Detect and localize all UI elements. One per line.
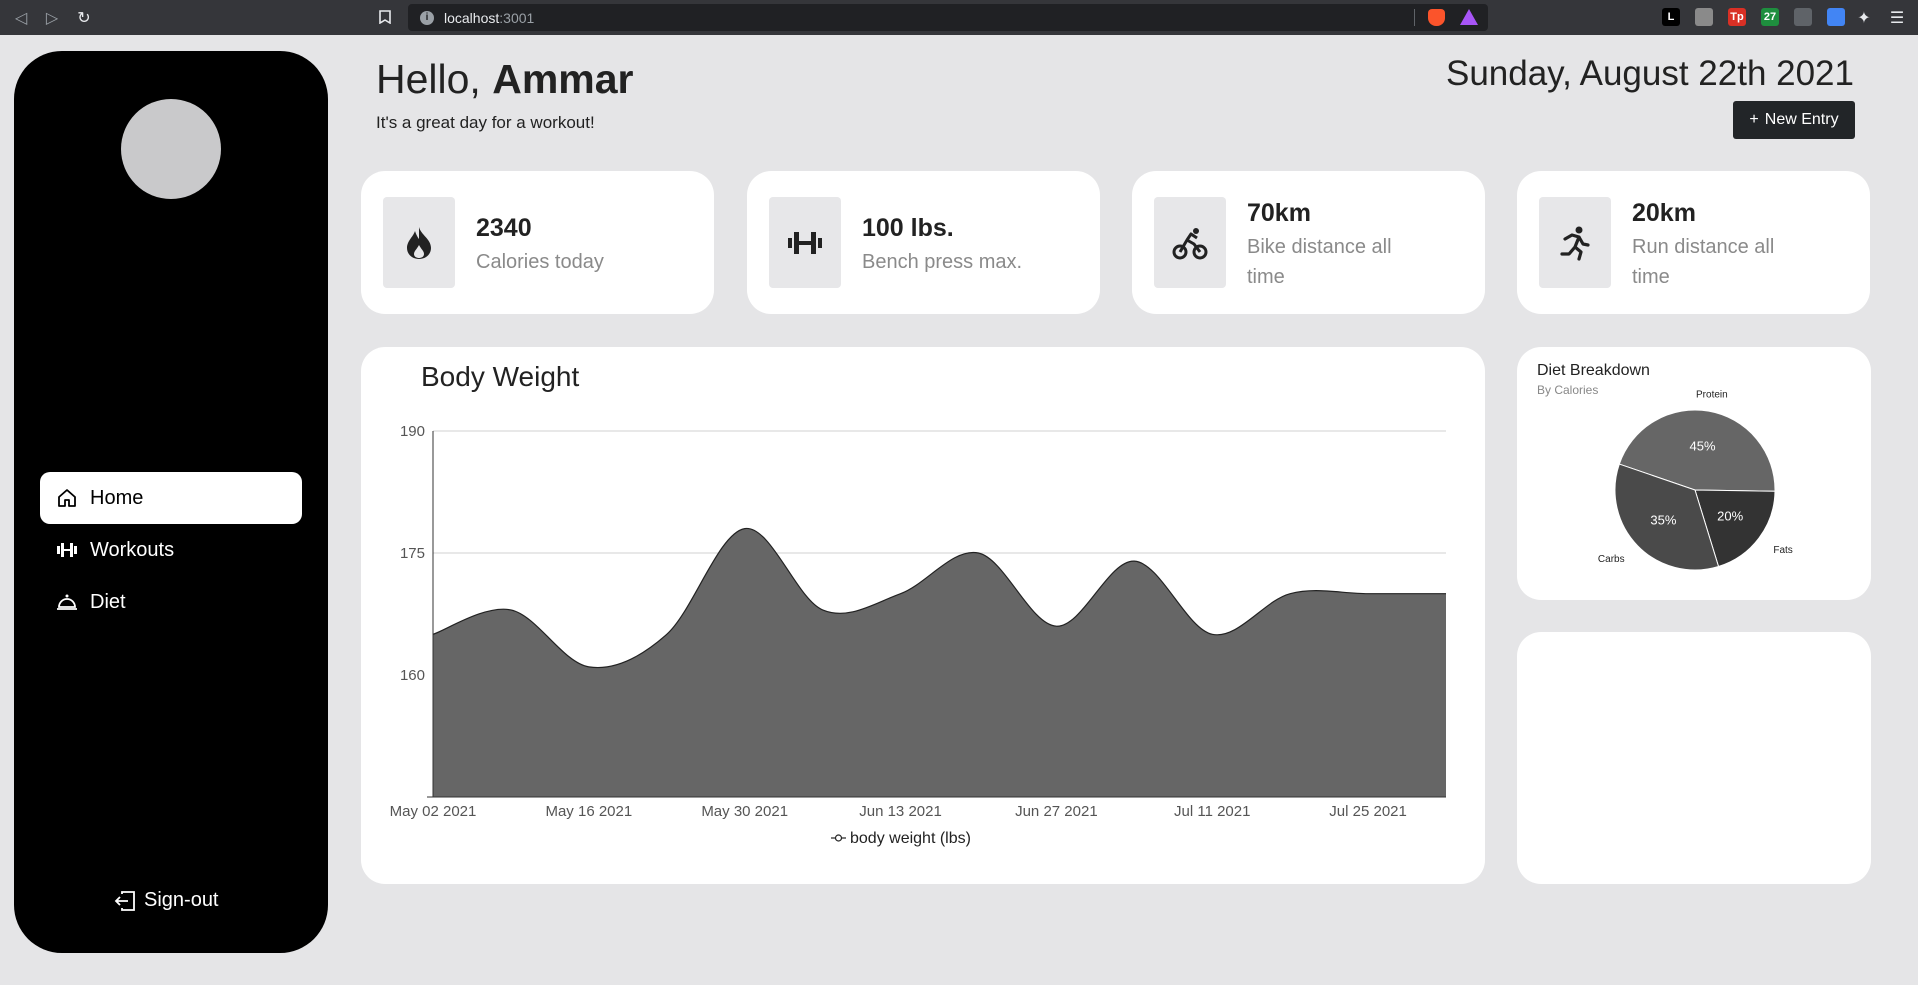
greeting-prefix: Hello,: [376, 56, 481, 102]
url-port: :3001: [499, 9, 535, 26]
reload-icon[interactable]: ↻: [73, 6, 95, 28]
stat-value: 100 lbs.: [862, 214, 954, 242]
extension-icon[interactable]: [1827, 8, 1845, 26]
x-tick-label: May 30 2021: [701, 803, 788, 820]
extensions-puzzle-icon[interactable]: ✦: [1853, 6, 1875, 28]
new-entry-button[interactable]: + New Entry: [1733, 101, 1855, 139]
bookmark-icon[interactable]: [375, 7, 395, 27]
x-tick-label: Jun 13 2021: [859, 803, 942, 820]
legend-marker-icon: [834, 834, 843, 842]
sidebar-item-label: Home: [90, 486, 144, 509]
x-tick-label: Jul 25 2021: [1329, 803, 1407, 820]
stat-value: 70km: [1247, 199, 1311, 227]
y-tick-label: 160: [400, 667, 425, 684]
forward-icon[interactable]: ▷: [41, 6, 63, 28]
sidebar: Home Workouts Diet Sign-out: [14, 51, 328, 953]
extension-icon[interactable]: Tp: [1728, 8, 1746, 26]
body-weight-card: Body Weight 160 175 190 May 02 2021 May 16 2…: [361, 347, 1485, 884]
extension-icon[interactable]: 27: [1761, 8, 1779, 26]
home-icon: [56, 487, 78, 509]
signout-icon: [114, 890, 136, 912]
page-title: Hello, Ammar: [376, 56, 634, 103]
stat-card-run: 20km Run distance all time: [1517, 171, 1870, 314]
dumbbell-icon: [769, 197, 841, 288]
y-tick-label: 175: [400, 545, 425, 562]
pie-category-label: Carbs: [1598, 554, 1625, 565]
diet-pie-chart: 45% Protein 20% Fats 35% Carbs: [1598, 389, 1793, 571]
stat-label: Bench press max.: [862, 251, 1023, 273]
body-weight-chart: 160 175 190 May 02 2021 May 16 2021 May 30 20…: [390, 423, 1447, 847]
extension-icon[interactable]: [1794, 8, 1812, 26]
brave-rewards-icon[interactable]: [1460, 9, 1478, 25]
stat-label: Run distance all time: [1632, 236, 1775, 288]
back-icon[interactable]: ◁: [10, 6, 32, 28]
empty-card: [1517, 632, 1871, 884]
user-name: Ammar: [492, 56, 634, 102]
x-tick-label: May 02 2021: [390, 803, 477, 820]
x-tick-label: May 16 2021: [545, 803, 632, 820]
extension-icon[interactable]: L: [1662, 8, 1680, 26]
stat-card-bike: 70km Bike distance all time: [1132, 171, 1485, 314]
bike-icon: [1154, 197, 1226, 288]
stat-value: 2340: [476, 214, 532, 242]
new-entry-label: New Entry: [1764, 111, 1839, 128]
stat-label: Calories today: [476, 251, 604, 273]
sidebar-item-home[interactable]: Home: [40, 472, 302, 524]
flame-icon: [383, 197, 455, 288]
stat-label: Bike distance all time: [1247, 236, 1392, 288]
url-divider: [1414, 9, 1415, 26]
brave-shields-icon[interactable]: [1428, 9, 1445, 26]
address-bar[interactable]: i localhost:3001: [408, 4, 1488, 31]
sidebar-item-label: Diet: [90, 590, 126, 613]
page-subtitle: It's a great day for a workout!: [376, 113, 595, 132]
extension-icon[interactable]: [1695, 8, 1713, 26]
sidebar-item-label: Workouts: [90, 538, 175, 561]
menu-icon[interactable]: ☰: [1886, 6, 1908, 28]
sidebar-item-diet[interactable]: Diet: [40, 576, 302, 628]
site-info-icon[interactable]: i: [420, 10, 434, 25]
signout-label: Sign-out: [144, 889, 219, 911]
pie-category-label: Fats: [1773, 545, 1792, 556]
y-tick-label: 190: [400, 423, 425, 440]
plus-icon: +: [1749, 111, 1759, 128]
pie-category-label: Protein: [1696, 389, 1728, 400]
runner-icon: [1539, 197, 1611, 288]
area-fill: [433, 528, 1446, 797]
avatar[interactable]: [121, 99, 221, 199]
dumbbell-icon: [56, 539, 78, 561]
cloche-icon: [56, 591, 78, 613]
browser-toolbar: ◁ ▷ ↻ i localhost:3001 L Tp 27 ✦ ☰: [0, 0, 1918, 35]
diet-breakdown-card: Diet Breakdown By Calories 45% Protein 20%…: [1517, 347, 1871, 600]
pie-percent-label: 35%: [1650, 513, 1676, 528]
current-date: Sunday, August 22th 2021: [1445, 54, 1854, 93]
signout-button[interactable]: Sign-out: [114, 889, 219, 912]
chart-legend[interactable]: body weight (lbs): [831, 830, 971, 847]
stat-card-bench: 100 lbs. Bench press max.: [747, 171, 1100, 314]
x-tick-label: Jun 27 2021: [1015, 803, 1098, 820]
legend-label: body weight (lbs): [850, 830, 971, 847]
stat-card-calories: 2340 Calories today: [361, 171, 714, 314]
x-tick-label: Jul 11 2021: [1174, 803, 1250, 820]
stat-value: 20km: [1632, 199, 1696, 227]
sidebar-item-workouts[interactable]: Workouts: [40, 524, 302, 576]
url-host: localhost: [444, 9, 500, 26]
pie-percent-label: 45%: [1690, 439, 1716, 454]
pie-percent-label: 20%: [1717, 508, 1743, 523]
